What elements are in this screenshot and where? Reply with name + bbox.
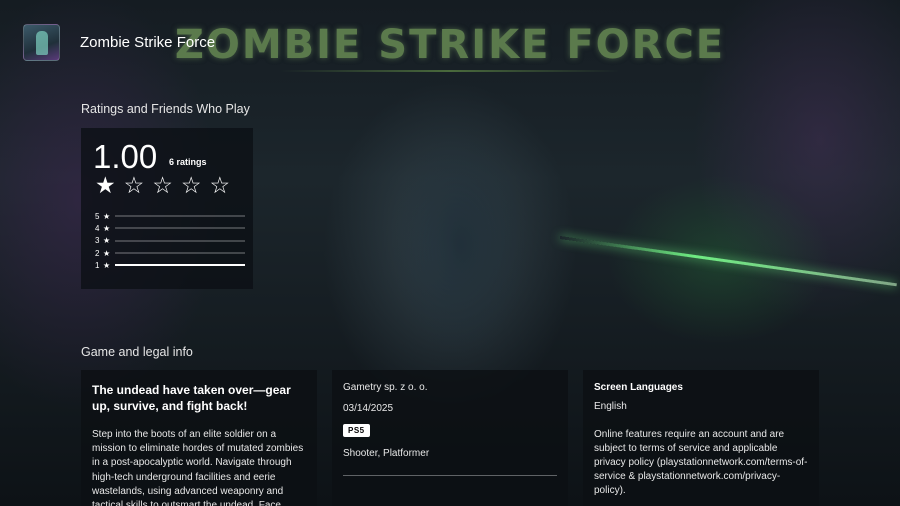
- star-icon: ★: [103, 211, 111, 221]
- details-card[interactable]: Gametry sp. z o. o. 03/14/2025 PS5 Shoot…: [332, 370, 568, 506]
- ratings-card[interactable]: 1.00 6 ratings ★ ☆ ☆ ☆ ☆ 5 ★ 4 ★ 3 ★ 2 ★…: [81, 128, 253, 289]
- distribution-label: 1: [95, 260, 100, 270]
- star-rating: ★ ☆ ☆ ☆ ☆: [95, 174, 230, 197]
- distribution-bar: [115, 227, 245, 230]
- game-description: Step into the boots of an elite soldier …: [92, 429, 304, 506]
- game-header: Zombie Strike Force: [23, 24, 215, 61]
- star-empty-icon: ☆: [180, 172, 202, 198]
- star-icon: ★: [103, 248, 111, 258]
- distribution-row: 2 ★: [95, 247, 245, 259]
- star-icon: ★: [103, 260, 111, 270]
- soldier-artwork: [360, 95, 560, 395]
- online-features-notice: Online features require an account and a…: [594, 429, 808, 496]
- languages-card[interactable]: Screen Languages English Online features…: [583, 370, 819, 506]
- ratings-count: 6 ratings: [169, 157, 207, 167]
- hero-logo-underline: [280, 70, 620, 72]
- screen-languages-title: Screen Languages: [594, 382, 683, 393]
- distribution-bar: [115, 239, 245, 242]
- distribution-row: 1 ★: [95, 259, 245, 271]
- star-empty-icon: ☆: [152, 172, 173, 198]
- distribution-label: 3: [95, 236, 100, 246]
- star-empty-icon: ☆: [209, 172, 231, 198]
- game-icon[interactable]: [23, 24, 60, 61]
- publisher: Gametry sp. z o. o.: [343, 382, 428, 393]
- distribution-row: 4 ★: [95, 222, 245, 234]
- distribution-bar-fill: [115, 264, 245, 267]
- distribution-bar: [115, 215, 245, 218]
- screen-languages-value: English: [594, 401, 627, 412]
- distribution-label: 4: [95, 223, 100, 233]
- description-card[interactable]: The undead have taken over—gear up, surv…: [81, 370, 317, 506]
- divider: [343, 475, 557, 476]
- star-filled-icon: ★: [95, 172, 116, 198]
- average-rating: 1.00: [93, 138, 158, 175]
- distribution-bar: [115, 252, 245, 255]
- game-tagline: The undead have taken over—gear up, surv…: [92, 383, 291, 413]
- info-section-title: Game and legal info: [81, 345, 193, 359]
- distribution-row: 5 ★: [95, 210, 245, 222]
- distribution-label: 2: [95, 248, 100, 258]
- distribution-bar: [115, 264, 245, 267]
- distribution-label: 5: [95, 211, 100, 221]
- release-date: 03/14/2025: [343, 403, 394, 414]
- game-title: Zombie Strike Force: [80, 34, 216, 51]
- ratings-section-title: Ratings and Friends Who Play: [81, 102, 250, 116]
- star-icon: ★: [103, 236, 111, 246]
- star-empty-icon: ☆: [123, 172, 145, 198]
- rating-distribution: 5 ★ 4 ★ 3 ★ 2 ★ 1 ★: [95, 210, 245, 271]
- ps5-platform-badge: PS5: [343, 424, 370, 437]
- genres: Shooter, Platformer: [343, 448, 430, 459]
- distribution-row: 3 ★: [95, 235, 245, 247]
- star-icon: ★: [103, 223, 111, 233]
